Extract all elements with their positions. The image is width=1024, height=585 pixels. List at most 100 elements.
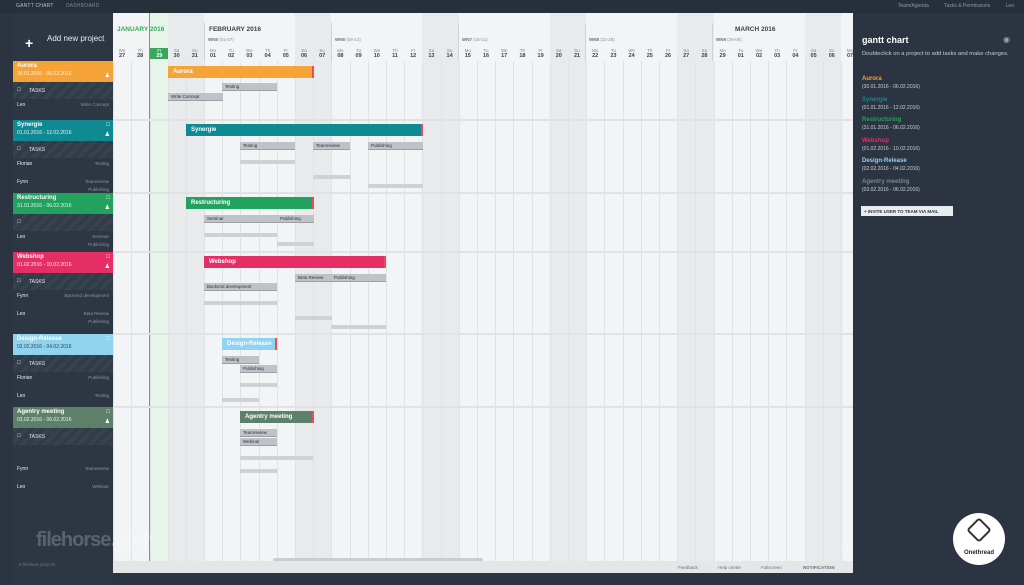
task-bar[interactable]: Write Concept (168, 93, 223, 101)
tasks-toggle[interactable]: □ TASKS (13, 141, 113, 158)
panel-project-name: Design-Release (862, 158, 907, 165)
grid-line (150, 61, 152, 573)
task-bar[interactable]: Teamreview (313, 142, 350, 150)
week-label: WN5 (01-07) (208, 37, 234, 42)
task-bar[interactable] (331, 325, 386, 329)
tasks-toggle[interactable]: □ TASKS (13, 273, 113, 290)
panel-project-item[interactable]: Restructuring (31.01.2016 - 06.02.2016) (862, 117, 1012, 138)
gantt-bar-agentry-meeting[interactable]: Agentry meeting (240, 411, 314, 423)
grid-line (750, 61, 751, 573)
grid-line (731, 61, 733, 573)
project-header[interactable]: Synergie 01.01.2016 - 12.02.2016 □ ♟ (13, 120, 113, 141)
fullscreen-link[interactable]: Fullscreen (761, 565, 782, 570)
task-bar[interactable] (204, 301, 277, 305)
edit-icon[interactable]: □ (106, 195, 110, 201)
task-bar[interactable] (240, 160, 295, 164)
grid-line (458, 61, 460, 573)
tasks-label: TASKS (29, 434, 46, 440)
member-name: Leo (17, 234, 26, 240)
task-bar[interactable] (222, 398, 259, 402)
task-bar[interactable] (240, 383, 277, 387)
finished-projects-link[interactable]: 0 finished projects (19, 562, 55, 567)
grid-line (513, 61, 515, 573)
notification-link[interactable]: NOTIFICATION (803, 565, 835, 570)
task-bar[interactable]: Seminar (204, 215, 277, 223)
day-column: We 03 (240, 13, 258, 573)
gantt-bar-synergie[interactable]: Synergie (186, 124, 423, 136)
task-bar[interactable]: Backend development (204, 283, 277, 291)
task-bar[interactable] (277, 242, 314, 246)
day-number: 11 (392, 53, 398, 59)
tab-gantt-chart[interactable]: GANTT CHART (16, 3, 54, 9)
task-bar[interactable] (240, 456, 313, 460)
day-number: 10 (373, 53, 380, 59)
day-number: 08 (337, 53, 344, 59)
tasks-toggle[interactable]: □ TASKS (13, 428, 113, 445)
project-header[interactable]: Webshop 01.02.2016 - 10.02.2016 □ ♟ (13, 252, 113, 273)
task-bar[interactable]: Testing (240, 142, 295, 150)
edit-icon[interactable]: □ (106, 336, 110, 342)
gantt-bar-design-release[interactable]: Design-Release (222, 338, 277, 350)
gantt-chart-area[interactable]: We 27 Th 28 Fr 29 Sa 30 Su 31 Mo 01 Tu 02 We 03 Th 04 Fr 05… (113, 13, 853, 573)
panel-project-item[interactable]: Synergie (01.01.2016 - 12.02.2016) (862, 97, 1012, 118)
user-icon[interactable]: ♟ (105, 418, 110, 425)
task-bar[interactable]: Publishing (277, 215, 314, 223)
task-bar[interactable] (204, 233, 277, 237)
day-number: 19 (537, 53, 544, 59)
gantt-bar-webshop[interactable]: Webshop (204, 256, 386, 268)
grid-line (841, 61, 842, 573)
tasks-label: TASKS (29, 88, 46, 94)
tasks-toggle[interactable]: □ TASKS (13, 355, 113, 372)
task-bar[interactable]: Testing (222, 356, 259, 364)
task-bar[interactable]: Webinar (240, 438, 277, 446)
edit-icon[interactable]: □ (106, 122, 110, 128)
user-icon[interactable]: ♟ (105, 72, 110, 79)
task-bar[interactable]: Teamreview (240, 429, 277, 437)
member-row: Leo Beta Review Publishing (13, 308, 113, 328)
task-bar[interactable] (240, 469, 277, 473)
sidebar-project-agentry-meeting: Agentry meeting 03.02.2016 - 06.02.2016 … (13, 407, 113, 499)
eye-icon[interactable]: ◉ (1003, 35, 1010, 44)
day-number: 29 (150, 53, 169, 59)
member-name: Florian (17, 161, 33, 167)
day-column: Fr 26 (659, 13, 677, 573)
edit-icon[interactable]: □ (106, 409, 110, 415)
team-agenda-link[interactable]: Team/Agenda (898, 3, 929, 9)
panel-project-item[interactable]: Agentry meeting (03.02.2016 - 06.02.2016) (862, 179, 1012, 200)
project-header[interactable]: Restructuring 31.01.2016 - 06.02.2016 □ … (13, 193, 113, 214)
help-center-link[interactable]: Help center (718, 565, 741, 570)
member-task: Write Concept (80, 102, 109, 107)
user-icon[interactable]: ♟ (105, 204, 110, 211)
task-bar[interactable]: Publishing (331, 274, 386, 282)
panel-project-item[interactable]: Design-Release (02.02.2016 - 04.02.2016) (862, 158, 1012, 179)
panel-project-item[interactable]: Aurora (30.01.2016 - 06.02.2016) (862, 76, 1012, 97)
feedback-link[interactable]: Feedback (678, 565, 698, 570)
grid-line (422, 61, 424, 573)
project-header[interactable]: Agentry meeting 03.02.2016 - 06.02.2016 … (13, 407, 113, 428)
task-bar[interactable]: Publishing (240, 365, 277, 373)
panel-project-item[interactable]: Webshop (01.02.2016 - 10.02.2016) (862, 138, 1012, 159)
user-icon[interactable]: ♟ (105, 131, 110, 138)
tasks-toggle[interactable]: □ (13, 214, 113, 231)
tasks-toggle[interactable]: □ TASKS (13, 82, 113, 99)
week-separator (585, 23, 586, 61)
edit-icon[interactable]: □ (106, 254, 110, 260)
project-header[interactable]: Design-Release 02.02.2016 - 04.02.2016 □ (13, 334, 113, 355)
task-bar[interactable] (313, 175, 350, 179)
gantt-bar-restructuring[interactable]: Restructuring (186, 197, 314, 209)
task-bar[interactable]: Beta Review (295, 274, 332, 282)
task-bar[interactable] (368, 184, 423, 188)
tasks-permissions-link[interactable]: Tasks & Permissions (944, 3, 990, 9)
grid-line (549, 61, 551, 573)
add-project-button[interactable]: + Add new project (13, 31, 113, 61)
tab-dashboard[interactable]: DASHBOARD (66, 3, 99, 9)
task-bar[interactable]: Publishing (368, 142, 423, 150)
user-menu[interactable]: Leo (1006, 3, 1014, 9)
gantt-bar-aurora[interactable]: Aurora (168, 66, 314, 78)
invite-user-button[interactable]: + INVITE USER TO TEAM VIA MAIL (861, 206, 953, 216)
user-icon[interactable]: ♟ (105, 263, 110, 270)
day-number: 15 (464, 53, 471, 59)
task-bar[interactable] (295, 316, 332, 320)
task-bar[interactable]: Testing (222, 83, 277, 91)
project-header[interactable]: Aurora 30.01.2016 - 06.02.2016 ♟ (13, 61, 113, 82)
